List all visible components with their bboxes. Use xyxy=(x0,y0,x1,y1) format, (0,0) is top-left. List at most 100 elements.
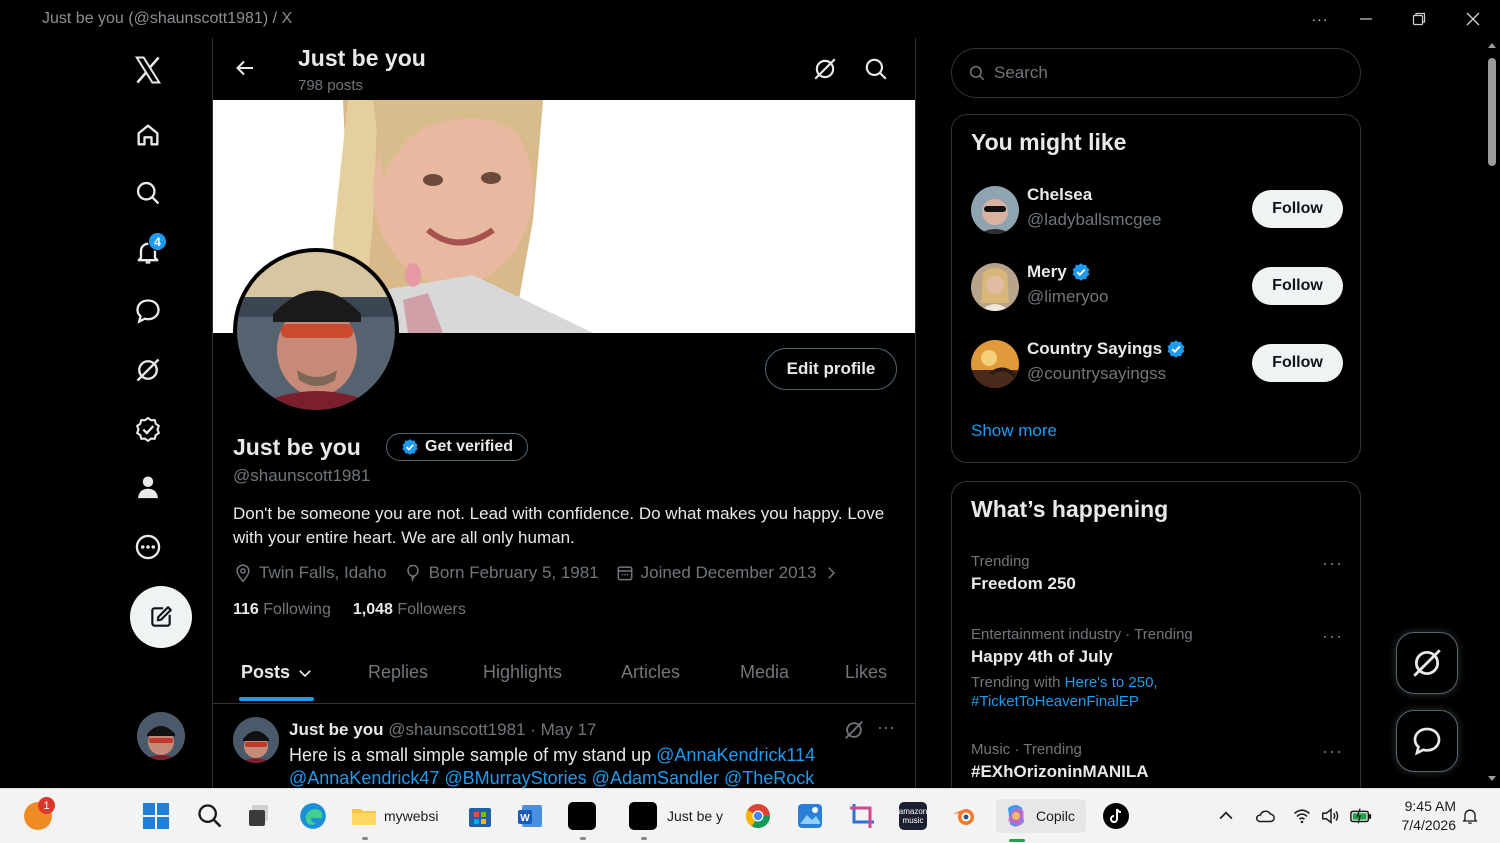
verified-orgs-icon[interactable] xyxy=(128,409,168,449)
snipping-tool-taskbar-button[interactable] xyxy=(848,799,876,833)
header-post-count: 798 posts xyxy=(298,77,364,94)
terminal-taskbar-button[interactable] xyxy=(568,799,596,833)
volume-tray-button[interactable] xyxy=(1320,799,1342,833)
photos-taskbar-button[interactable] xyxy=(796,799,824,833)
show-hidden-icons-button[interactable] xyxy=(1216,799,1236,833)
running-indicator xyxy=(362,837,368,840)
back-button[interactable] xyxy=(233,56,257,80)
grok-floating-button[interactable] xyxy=(1396,632,1458,694)
compose-post-button[interactable] xyxy=(130,586,192,648)
task-view-button[interactable] xyxy=(246,799,274,833)
taskbar-search-button[interactable] xyxy=(196,799,224,833)
word-taskbar-button[interactable]: W xyxy=(516,799,544,833)
scroll-down-icon[interactable] xyxy=(1484,774,1500,784)
followers-count: 1,048 xyxy=(352,601,393,618)
profile-bio: Don't be someone you are not. Lead with … xyxy=(233,504,885,547)
trend-more-button[interactable]: ··· xyxy=(1322,741,1343,762)
file-explorer-taskbar-button[interactable]: mywebsi xyxy=(350,799,438,833)
suggestion-item[interactable]: Chelsea @ladyballsmcgee Follow xyxy=(971,184,1343,236)
restore-button[interactable] xyxy=(1399,6,1439,32)
scroll-up-icon[interactable] xyxy=(1484,40,1500,50)
tab-posts[interactable]: Posts xyxy=(241,662,314,683)
home-icon[interactable] xyxy=(128,115,168,155)
post-item[interactable]: Just be you @shaunscott1981 · May 17 ···… xyxy=(213,705,915,788)
trending-with-link[interactable]: Here's to 250, xyxy=(1065,674,1158,691)
tab-replies[interactable]: Replies xyxy=(368,662,428,683)
tab-likes[interactable]: Likes xyxy=(845,662,887,683)
tab-articles[interactable]: Articles xyxy=(621,662,680,683)
grok-icon xyxy=(1413,649,1441,677)
account-avatar[interactable] xyxy=(137,712,185,760)
profile-icon[interactable] xyxy=(128,467,168,507)
trend-item[interactable]: Trending Freedom 250 ··· xyxy=(971,553,1343,594)
task-view-icon xyxy=(249,805,268,826)
show-more-link[interactable]: Show more xyxy=(971,421,1057,441)
explore-search-icon[interactable] xyxy=(128,173,168,213)
edit-profile-button[interactable]: Edit profile xyxy=(765,348,897,390)
onedrive-tray-button[interactable] xyxy=(1254,799,1276,833)
follow-button[interactable]: Follow xyxy=(1252,190,1343,228)
suggestion-avatar[interactable] xyxy=(971,263,1019,311)
post-body: Here is a small simple sample of my stan… xyxy=(289,745,652,765)
trend-more-button[interactable]: ··· xyxy=(1322,626,1343,647)
tab-highlights[interactable]: Highlights xyxy=(483,662,562,683)
wifi-tray-button[interactable] xyxy=(1292,799,1312,833)
blender-taskbar-button[interactable] xyxy=(950,799,978,833)
post-mention-link[interactable]: @AnnaKendrick114 xyxy=(656,745,815,765)
trend-topic: Freedom 250 xyxy=(971,574,1076,593)
header-grok-button[interactable] xyxy=(812,56,838,82)
follow-button[interactable]: Follow xyxy=(1252,344,1343,382)
windows-taskbar: 1 mywebsi W Just be y amazon music Copil… xyxy=(0,788,1500,843)
post-grok-button[interactable] xyxy=(843,719,865,741)
minimize-icon xyxy=(1360,18,1372,20)
x-logo-icon[interactable] xyxy=(128,50,168,90)
suggestion-item[interactable]: Mery @limeryoo Follow xyxy=(971,261,1343,313)
minimize-button[interactable] xyxy=(1346,6,1386,32)
trend-more-button[interactable]: ··· xyxy=(1322,553,1343,574)
profile-joined[interactable]: Joined December 2013 xyxy=(615,563,841,583)
restore-icon xyxy=(1412,12,1426,26)
header-search-button[interactable] xyxy=(863,56,889,82)
tiktok-taskbar-button[interactable] xyxy=(1102,799,1130,833)
post-author-name[interactable]: Just be you xyxy=(289,720,383,739)
battery-tray-button[interactable] xyxy=(1349,799,1373,833)
scrollbar-thumb[interactable] xyxy=(1488,58,1496,166)
post-author-avatar[interactable] xyxy=(233,717,279,763)
suggestion-avatar[interactable] xyxy=(971,340,1019,388)
page-scrollbar[interactable] xyxy=(1484,38,1500,788)
grok-icon xyxy=(814,58,836,80)
tiktok-icon xyxy=(1103,803,1129,829)
profile-avatar[interactable] xyxy=(233,248,399,414)
trending-with-link[interactable]: #TicketToHeavenFinalEP xyxy=(971,693,1139,710)
messages-icon[interactable] xyxy=(128,291,168,331)
x-window-taskbar-button[interactable]: Just be y xyxy=(629,799,723,833)
messages-floating-button[interactable] xyxy=(1396,710,1458,772)
edge-taskbar-button[interactable] xyxy=(298,799,328,833)
notification-center-button[interactable] xyxy=(1460,799,1480,833)
start-button[interactable] xyxy=(142,799,170,833)
close-window-button[interactable] xyxy=(1453,6,1493,32)
window-more-button[interactable]: ··· xyxy=(1300,6,1340,32)
trend-item[interactable]: Music · Trending #EXhOrizoninMANILA ··· xyxy=(971,741,1343,782)
following-link[interactable]: 116 Following xyxy=(233,601,331,619)
avatar-photo xyxy=(237,252,395,410)
get-verified-button[interactable]: Get verified xyxy=(386,433,529,461)
whats-happening-title: What’s happening xyxy=(971,496,1169,522)
copilot-taskbar-button[interactable]: Copilc xyxy=(996,799,1086,833)
chrome-taskbar-button[interactable] xyxy=(744,799,772,833)
post-more-button[interactable]: ··· xyxy=(877,717,895,738)
suggestion-avatar[interactable] xyxy=(971,186,1019,234)
taskbar-clock[interactable]: 9:45 AM 7/4/2026 xyxy=(1390,797,1457,835)
store-taskbar-button[interactable] xyxy=(466,799,494,833)
trend-item[interactable]: Entertainment industry · Trending Happy … xyxy=(971,626,1343,711)
follow-button[interactable]: Follow xyxy=(1252,267,1343,305)
suggestion-item[interactable]: Country Sayings @countrysayingss Follow xyxy=(971,338,1343,390)
search-icon xyxy=(198,804,222,828)
followers-link[interactable]: 1,048 Followers xyxy=(353,601,466,619)
tab-media[interactable]: Media xyxy=(740,662,789,683)
more-options-icon[interactable] xyxy=(128,527,168,567)
post-mentions-links[interactable]: @AnnaKendrick47 @BMurrayStories @AdamSan… xyxy=(289,768,814,788)
amazon-music-taskbar-button[interactable]: amazon music xyxy=(899,799,927,833)
grok-icon[interactable] xyxy=(128,350,168,390)
search-input[interactable]: Search xyxy=(951,48,1361,98)
